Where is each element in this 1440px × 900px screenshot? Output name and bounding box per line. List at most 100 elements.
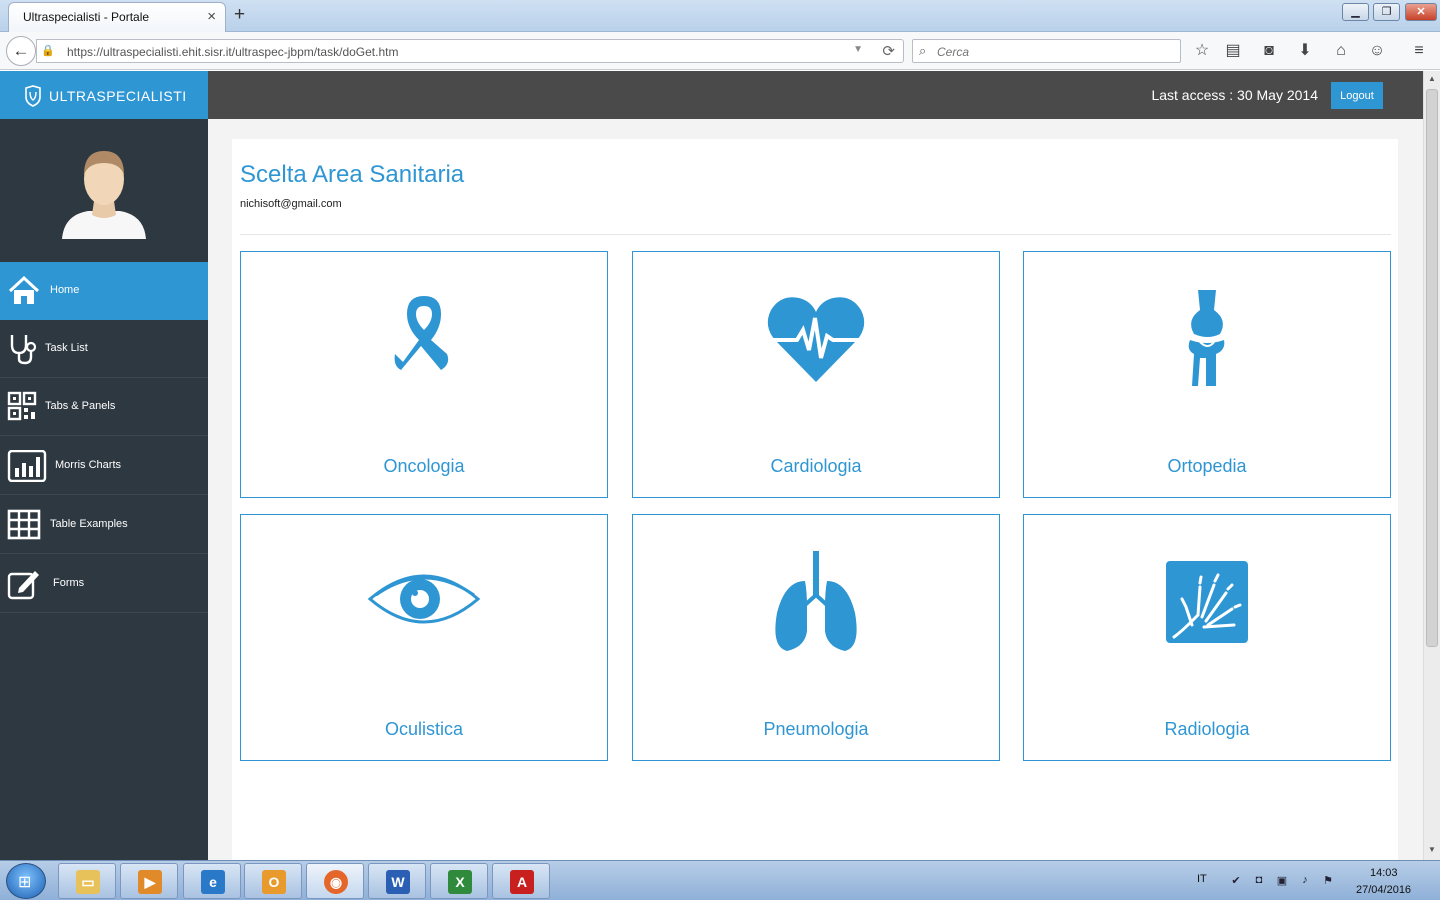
card-label: Radiologia <box>1164 719 1250 739</box>
card-label: Oculistica <box>384 719 464 739</box>
tray-language[interactable]: IT <box>1197 873 1207 885</box>
sidebar-item-label: Task List <box>45 342 88 354</box>
browser-navbar: ← 🔒 https://ultraspecialisti.ehit.sisr.i… <box>0 32 1440 70</box>
pocket-icon[interactable]: ◙ <box>1258 40 1280 62</box>
page-title: Scelta Area Sanitaria <box>240 161 465 188</box>
browser-titlebar: Ultraspecialisti - Portale × + ▁ ❐ ✕ <box>0 0 1440 32</box>
tray-action-center-icon[interactable]: ⚑ <box>1320 874 1336 888</box>
sidebar-item-task-list[interactable]: Task List <box>0 320 208 378</box>
card-label: Oncologia <box>383 456 465 476</box>
reload-icon[interactable]: ⟳ <box>882 42 895 60</box>
heartbeat-icon <box>767 297 865 382</box>
word-icon: W <box>386 870 410 894</box>
scroll-up-icon[interactable]: ▲ <box>1425 72 1439 86</box>
sidebar-item-table-examples[interactable]: Table Examples <box>0 496 208 554</box>
taskbar-media-player[interactable]: ▶ <box>120 863 178 899</box>
area-card-oncologia[interactable]: Oncologia <box>240 251 608 498</box>
taskbar-excel[interactable]: X <box>430 863 488 899</box>
internet-explorer-icon: e <box>201 870 225 894</box>
lungs-icon <box>775 551 857 651</box>
sidebar-item-tabs-panels[interactable]: Tabs & Panels <box>0 378 208 436</box>
search-icon: ⌕ <box>919 43 927 58</box>
menu-icon[interactable]: ≡ <box>1408 40 1430 62</box>
browser-search-box[interactable]: ⌕ <box>912 39 1181 63</box>
browser-search-input[interactable] <box>937 45 1167 59</box>
tray-app-icon[interactable]: ◘ <box>1251 874 1267 888</box>
edit-icon <box>7 571 39 600</box>
clock-time[interactable]: 14:03 <box>1370 867 1398 879</box>
xray-hand-icon <box>1166 561 1248 643</box>
window-restore-button[interactable]: ❐ <box>1373 3 1400 21</box>
home-page-icon[interactable]: ⌂ <box>1330 40 1352 62</box>
taskbar-explorer[interactable]: ▭ <box>58 863 116 899</box>
tab-close-icon[interactable]: × <box>207 8 216 25</box>
eye-icon <box>368 574 480 624</box>
logout-button[interactable]: Logout <box>1331 82 1383 109</box>
ribbon-icon <box>394 296 449 370</box>
sidebar-item-label: Home <box>50 284 80 296</box>
windows-logo-icon: ⊞ <box>18 874 32 891</box>
sidebar: Home Task List Tabs & Panels Morris Char… <box>0 119 208 860</box>
brand-logo-area[interactable]: ULTRASPECIALISTI <box>0 71 208 119</box>
stethoscope-icon <box>10 335 37 365</box>
area-card-oculistica[interactable]: Oculistica <box>240 514 608 761</box>
area-card-cardiologia[interactable]: Cardiologia <box>632 251 1000 498</box>
chat-icon[interactable]: ☺ <box>1366 40 1388 62</box>
app-header: ULTRASPECIALISTI Last access : 30 May 20… <box>0 71 1423 119</box>
clock-date[interactable]: 27/04/2016 <box>1356 884 1411 896</box>
back-button[interactable]: ← <box>6 36 36 66</box>
user-email: nichisoft@gmail.com <box>240 198 342 210</box>
bookmark-star-icon[interactable]: ☆ <box>1191 40 1213 62</box>
last-access-text: Last access : 30 May 2014 <box>1151 87 1318 103</box>
area-card-radiologia[interactable]: Radiologia <box>1023 514 1391 761</box>
windows-taskbar: ⊞ ▭ ▶ e O ◉ W X A IT ✔ ◘ ▣ ♪ ⚑ 14:03 27/… <box>0 860 1440 900</box>
tray-volume-icon[interactable]: ♪ <box>1297 874 1313 888</box>
tray-network-icon[interactable]: ▣ <box>1274 874 1290 888</box>
sidebar-item-home[interactable]: Home <box>0 262 208 320</box>
window-minimize-button[interactable]: ▁ <box>1342 3 1369 21</box>
bookmarks-list-icon[interactable]: ▤ <box>1222 40 1244 62</box>
taskbar-word[interactable]: W <box>368 863 426 899</box>
home-icon <box>8 275 40 304</box>
start-button[interactable]: ⊞ <box>6 863 46 899</box>
knee-joint-icon <box>1188 290 1225 386</box>
security-warning-icon[interactable]: 🔒 <box>41 44 61 58</box>
excel-icon: X <box>448 870 472 894</box>
area-card-ortopedia[interactable]: Ortopedia <box>1023 251 1391 498</box>
bar-chart-icon <box>7 450 47 482</box>
url-history-dropdown-icon[interactable]: ▼ <box>853 44 863 55</box>
window-close-button[interactable]: ✕ <box>1405 3 1437 21</box>
url-text[interactable]: https://ultraspecialisti.ehit.sisr.it/ul… <box>67 45 398 59</box>
scrollbar-thumb[interactable] <box>1426 89 1438 647</box>
sidebar-item-label: Table Examples <box>50 518 128 530</box>
sidebar-item-morris-charts[interactable]: Morris Charts <box>0 437 208 495</box>
new-tab-button[interactable]: + <box>234 4 245 26</box>
acrobat-icon: A <box>510 870 534 894</box>
taskbar-internet-explorer[interactable]: e <box>183 863 241 899</box>
tab-title: Ultraspecialisti - Portale <box>23 10 150 24</box>
card-label: Ortopedia <box>1167 456 1247 476</box>
scroll-down-icon[interactable]: ▼ <box>1425 843 1439 857</box>
page-scrollbar[interactable]: ▲ ▼ <box>1423 71 1440 860</box>
area-card-pneumologia[interactable]: Pneumologia <box>632 514 1000 761</box>
divider <box>240 234 1391 235</box>
sidebar-item-label: Forms <box>53 577 85 589</box>
tray-security-icon[interactable]: ✔ <box>1228 874 1244 888</box>
taskbar-acrobat[interactable]: A <box>492 863 550 899</box>
sidebar-item-label: Morris Charts <box>55 459 122 471</box>
url-bar[interactable]: 🔒 https://ultraspecialisti.ehit.sisr.it/… <box>36 39 904 63</box>
card-label: Cardiologia <box>770 456 862 476</box>
firefox-icon: ◉ <box>324 870 348 894</box>
media-player-icon: ▶ <box>138 870 162 894</box>
table-icon <box>7 509 41 540</box>
download-icon[interactable]: ⬇ <box>1294 40 1316 62</box>
browser-tab[interactable]: Ultraspecialisti - Portale × <box>8 2 226 32</box>
user-avatar <box>62 151 146 239</box>
sidebar-item-forms[interactable]: Forms <box>0 555 208 613</box>
taskbar-firefox[interactable]: ◉ <box>306 863 364 899</box>
outlook-icon: O <box>262 870 286 894</box>
taskbar-outlook[interactable]: O <box>244 863 302 899</box>
brand-name: ULTRASPECIALISTI <box>49 88 187 104</box>
folder-icon: ▭ <box>76 870 100 894</box>
shield-logo-icon <box>25 85 41 107</box>
